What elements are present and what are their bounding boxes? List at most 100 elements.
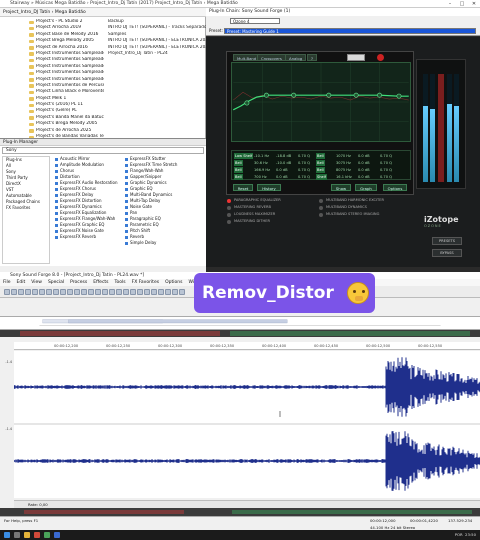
band-cell[interactable]: 700 Hz (254, 174, 267, 180)
band-cell[interactable]: Bell (234, 167, 243, 173)
file-item[interactable]: INTRO DJ TET! (SUPERANIL) - ELETRONICA 2… (106, 45, 206, 51)
module-toggle[interactable]: MULTIBAND HARMONIC EXCITER (318, 197, 414, 204)
band-row[interactable]: Low Shelf -10.1 Hz -18.8 dB 0.70 Q Bell 1070 … (232, 153, 412, 159)
band-cell[interactable]: 166.9 Hz (254, 167, 270, 173)
tool-icon[interactable] (158, 289, 164, 295)
band-table[interactable]: Low Shelf -10.1 Hz -18.8 dB 0.70 Q Bell 1070 … (231, 150, 411, 180)
horizontal-scrollbar[interactable]: Rate: 0,00 (14, 500, 480, 508)
band-cell[interactable]: 0.70 Q (380, 160, 392, 166)
module-toggle[interactable]: LOUDNESS MAXIMIZER (226, 211, 316, 218)
band-cell[interactable]: 1070 Hz (336, 153, 351, 159)
overview-bar[interactable] (0, 316, 480, 330)
file-item[interactable]: Project_Intro_Dj Tatín - PL24 (106, 51, 206, 57)
band-cell[interactable]: 0.70 Q (380, 167, 392, 173)
band-cell[interactable]: 0.70 Q (380, 153, 392, 159)
band-cell[interactable]: 0.0 dB (358, 153, 370, 159)
preset-select[interactable]: Preset: Mastering Guide 1 (224, 28, 476, 34)
file-item[interactable]: INTRO DJ TET! (SUPERANIL) - Tracks Separ… (106, 25, 206, 31)
plugin-item[interactable]: ExpressFX Reverb (54, 234, 124, 240)
tool-icon[interactable] (53, 289, 59, 295)
tool-icon[interactable] (11, 289, 17, 295)
close-icon[interactable]: ✕ (468, 0, 480, 8)
minimize-icon[interactable]: – (444, 0, 456, 8)
menu-item[interactable]: Special (45, 279, 67, 286)
tool-icon[interactable] (32, 289, 38, 295)
show-button[interactable]: Show (331, 184, 351, 191)
tool-icon[interactable] (74, 289, 80, 295)
module-toggle[interactable]: MASTERING REVERB (226, 204, 316, 211)
tab-crossovers[interactable]: Crossovers (257, 54, 286, 61)
menu-item[interactable]: Options (162, 279, 185, 286)
tool-icon[interactable] (88, 289, 94, 295)
tool-icon[interactable] (67, 289, 73, 295)
graph-button[interactable]: Graph (355, 184, 377, 191)
menu-item[interactable]: Edit (14, 279, 29, 286)
band-cell[interactable]: 8075 Hz (336, 167, 351, 173)
band-cell[interactable]: 0.0 dB (276, 167, 288, 173)
band-cell[interactable]: 0.70 Q (298, 174, 310, 180)
band-cell[interactable]: Bell (316, 153, 325, 159)
presets-button[interactable]: PRESETS (432, 237, 462, 245)
time-ruler[interactable]: 00:00:12,200 00:00:12,250 00:00:12,300 00:0… (14, 342, 480, 350)
band-row[interactable]: Bell 30.6 Hz -10.0 dB 0.70 Q Bell 3075 Hz 0.0 … (232, 160, 412, 166)
band-cell[interactable]: 0.0 dB (358, 167, 370, 173)
band-cell[interactable]: 0.70 Q (298, 160, 310, 166)
module-toggle[interactable]: MULTIBAND STEREO IMAGING (318, 211, 414, 218)
eq-toggle-button[interactable] (347, 54, 365, 61)
band-cell[interactable]: Bell (316, 167, 325, 173)
band-cell[interactable]: 0.0 dB (276, 174, 288, 180)
menu-item[interactable]: Effects (90, 279, 111, 286)
ozone-icon[interactable] (54, 532, 60, 538)
tool-icon[interactable] (18, 289, 24, 295)
menu-item[interactable]: Process (67, 279, 90, 286)
tool-icon[interactable] (81, 289, 87, 295)
module-toggle[interactable]: MASTERING DITHER (226, 218, 316, 225)
tab-help[interactable]: ? (307, 54, 318, 61)
maximize-icon[interactable]: □ (456, 0, 468, 8)
band-cell[interactable]: 0.70 Q (298, 167, 310, 173)
eq-graph[interactable] (231, 62, 411, 142)
browser-icon[interactable] (34, 532, 40, 538)
band-cell[interactable]: Bell (234, 174, 243, 180)
plugin-tree-item[interactable]: FX Favorites (3, 205, 49, 211)
waveform-area[interactable] (14, 351, 480, 498)
selection-bar[interactable] (0, 508, 480, 516)
tool-icon[interactable] (25, 289, 31, 295)
band-cell[interactable]: 0.0 dB (358, 174, 370, 180)
search-icon[interactable] (14, 532, 20, 538)
menu-item[interactable]: FX Favorites (129, 279, 162, 286)
menu-item[interactable]: Tools (112, 279, 129, 286)
soundforge-icon[interactable] (44, 532, 50, 538)
menu-item[interactable]: File (0, 279, 14, 286)
tool-icon[interactable] (123, 289, 129, 295)
history-button[interactable]: History (257, 184, 281, 191)
band-cell[interactable]: 16.1 kHz (336, 174, 352, 180)
tool-icon[interactable] (4, 289, 10, 295)
address-bar[interactable]: Project_Intro_DJ Tatín › Mega Batidão (0, 8, 206, 17)
band-cell[interactable]: 30.6 Hz (254, 160, 268, 166)
power-icon[interactable] (377, 54, 384, 61)
band-cell[interactable]: 0.70 Q (380, 174, 392, 180)
tool-icon[interactable] (172, 289, 178, 295)
file-item[interactable]: INTRO DJ TET! (SUPERANIL) - ELETRONICA 2… (106, 38, 206, 44)
tool-icon[interactable] (95, 289, 101, 295)
band-cell[interactable]: 0.70 Q (298, 153, 310, 159)
menu-item[interactable]: View (28, 279, 45, 286)
tool-icon[interactable] (165, 289, 171, 295)
band-cell[interactable]: -10.1 Hz (254, 153, 269, 159)
overview-ruler[interactable] (0, 330, 480, 337)
band-cell[interactable]: -18.8 dB (276, 153, 291, 159)
band-cell[interactable]: Bell (234, 160, 243, 166)
bypass-button[interactable]: BYPASS (432, 249, 462, 257)
tool-icon[interactable] (116, 289, 122, 295)
band-cell[interactable]: -10.0 dB (276, 160, 291, 166)
tool-icon[interactable] (179, 289, 185, 295)
band-cell[interactable]: 3075 Hz (336, 160, 351, 166)
tool-icon[interactable] (109, 289, 115, 295)
tool-icon[interactable] (151, 289, 157, 295)
tray-clock[interactable]: POR 23:50 (455, 530, 476, 540)
band-row[interactable]: Bell 700 Hz 0.0 dB 0.70 Q Shelf 16.1 kHz 0.0 d… (232, 174, 412, 180)
tool-icon[interactable] (102, 289, 108, 295)
tool-icon[interactable] (130, 289, 136, 295)
tool-icon[interactable] (137, 289, 143, 295)
